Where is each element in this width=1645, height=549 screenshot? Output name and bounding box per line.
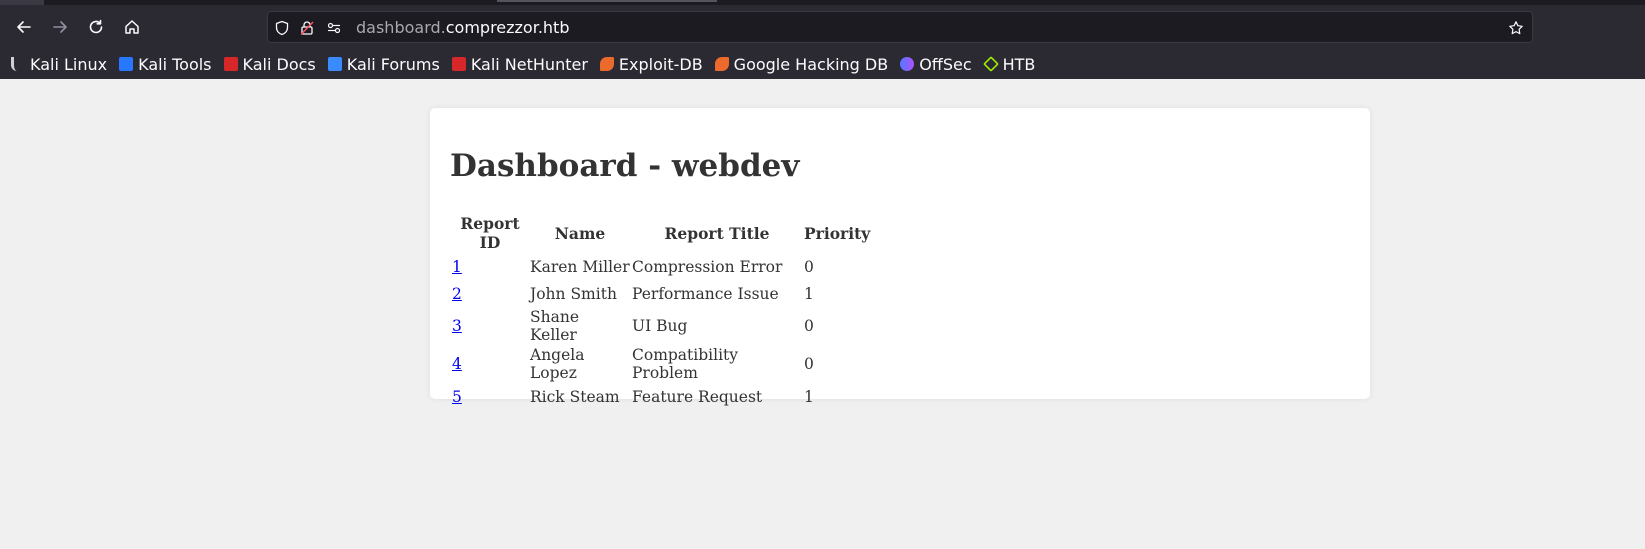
tab-edge <box>0 0 44 5</box>
name-cell: Karen Miller <box>530 257 630 276</box>
bookmark-item[interactable]: OffSec <box>900 54 972 74</box>
forward-button[interactable] <box>45 12 75 42</box>
priority-cell: 0 <box>804 317 814 335</box>
report-id-link[interactable]: 4 <box>452 355 462 373</box>
report-id-cell: 2 <box>452 281 528 306</box>
report-id-cell: 1 <box>452 254 528 279</box>
kali-nethunter-icon <box>451 57 466 71</box>
report-id-link[interactable]: 3 <box>452 317 462 335</box>
url-domain: comprezzor.htb <box>445 18 570 37</box>
bookmark-item[interactable]: Google Hacking DB <box>714 54 889 74</box>
report-id-link[interactable]: 1 <box>452 258 462 276</box>
offsec-icon <box>900 57 915 71</box>
table-row: 2 John Smith Performance Issue 1 <box>452 281 870 306</box>
bookmark-item[interactable]: Kali Docs <box>223 54 316 74</box>
insecure-lock-icon[interactable] <box>297 18 317 38</box>
table-row: 3 Shane Keller UI Bug 0 <box>452 308 870 344</box>
table-header-row: Report ID Name Report Title Priority <box>452 214 870 252</box>
priority-cell: 0 <box>804 257 814 276</box>
url-text[interactable]: dashboard.comprezzor.htb <box>356 18 569 37</box>
priority-cell: 1 <box>804 284 814 303</box>
dashboard-card: Dashboard - webdev Report ID Name Report… <box>430 108 1370 406</box>
table-row: 4 Angela Lopez Compatibility Problem 0 <box>452 346 870 382</box>
back-button[interactable] <box>9 12 39 42</box>
permissions-icon[interactable] <box>324 18 344 38</box>
name-cell: John Smith <box>530 284 617 303</box>
priority-cell: 0 <box>804 355 814 373</box>
bookmark-item[interactable]: Exploit-DB <box>599 54 703 74</box>
bookmark-label: Google Hacking DB <box>733 54 889 74</box>
bookmarks-toolbar: Kali Linux Kali Tools Kali Docs Kali Forums… <box>0 49 1645 79</box>
home-button[interactable] <box>117 12 147 42</box>
bookmark-label: Kali Docs <box>242 54 316 74</box>
kali-tools-icon <box>119 57 134 71</box>
url-subdomain: dashboard. <box>356 18 446 37</box>
report-title-cell: Compression Error <box>632 257 783 276</box>
kali-dragon-icon <box>11 57 25 71</box>
tab-strip <box>0 0 1645 5</box>
bookmark-item[interactable]: Kali Tools <box>119 54 212 74</box>
report-title-cell: UI Bug <box>632 317 688 335</box>
bookmark-label: Kali Forums <box>346 54 440 74</box>
address-bar[interactable]: dashboard.comprezzor.htb <box>267 11 1533 43</box>
name-cell: Angela Lopez <box>530 346 585 382</box>
page-content: Dashboard - webdev Report ID Name Report… <box>0 79 1645 549</box>
reports-table: Report ID Name Report Title Priority 1 Ka… <box>450 212 872 411</box>
bookmark-star-icon[interactable] <box>1506 18 1526 38</box>
back-arrow-icon <box>17 21 31 33</box>
report-id-cell: 3 <box>452 308 528 344</box>
htb-icon <box>982 56 999 72</box>
shield-icon[interactable] <box>272 18 292 38</box>
ghdb-icon <box>714 57 729 71</box>
reload-button[interactable] <box>81 12 111 42</box>
browser-chrome: dashboard.comprezzor.htb Kali Linux Kali … <box>0 0 1645 79</box>
priority-cell: 1 <box>804 387 814 406</box>
report-title-cell: Performance Issue <box>632 284 779 303</box>
bookmark-label: Kali Linux <box>30 54 108 74</box>
report-id-cell: 5 <box>452 384 528 409</box>
exploit-db-icon <box>599 57 614 71</box>
bookmark-item[interactable]: Kali Forums <box>327 54 440 74</box>
report-id-link[interactable]: 5 <box>452 388 462 406</box>
bookmark-label: HTB <box>1002 54 1036 74</box>
name-cell: Shane Keller <box>530 308 579 344</box>
kali-forums-icon <box>327 57 342 71</box>
column-header-priority: Priority <box>804 223 871 243</box>
report-title-cell: Feature Request <box>632 387 763 406</box>
column-header-report-title: Report Title <box>664 223 770 243</box>
column-header-report-id: Report ID <box>460 214 520 252</box>
report-title-cell: Compatibility Problem <box>632 346 739 382</box>
active-tab-indicator <box>497 0 717 2</box>
table-row: 5 Rick Steam Feature Request 1 <box>452 384 870 409</box>
reload-icon <box>89 19 103 34</box>
bookmark-label: Kali Tools <box>138 54 212 74</box>
forward-arrow-icon <box>53 21 67 33</box>
home-icon <box>125 20 139 34</box>
bookmark-item[interactable]: HTB <box>982 54 1036 74</box>
bookmark-item[interactable]: Kali NetHunter <box>451 54 588 74</box>
bookmark-label: Kali NetHunter <box>470 54 588 74</box>
table-row: 1 Karen Miller Compression Error 0 <box>452 254 870 279</box>
bookmark-label: Exploit-DB <box>618 54 703 74</box>
name-cell: Rick Steam <box>530 387 620 406</box>
bookmark-label: OffSec <box>919 54 972 74</box>
report-id-link[interactable]: 2 <box>452 285 462 303</box>
report-id-cell: 4 <box>452 346 528 382</box>
page-title: Dashboard - webdev <box>450 148 800 184</box>
bookmark-item[interactable]: Kali Linux <box>11 55 107 74</box>
column-header-name: Name <box>554 223 606 243</box>
kali-docs-icon <box>223 57 238 71</box>
